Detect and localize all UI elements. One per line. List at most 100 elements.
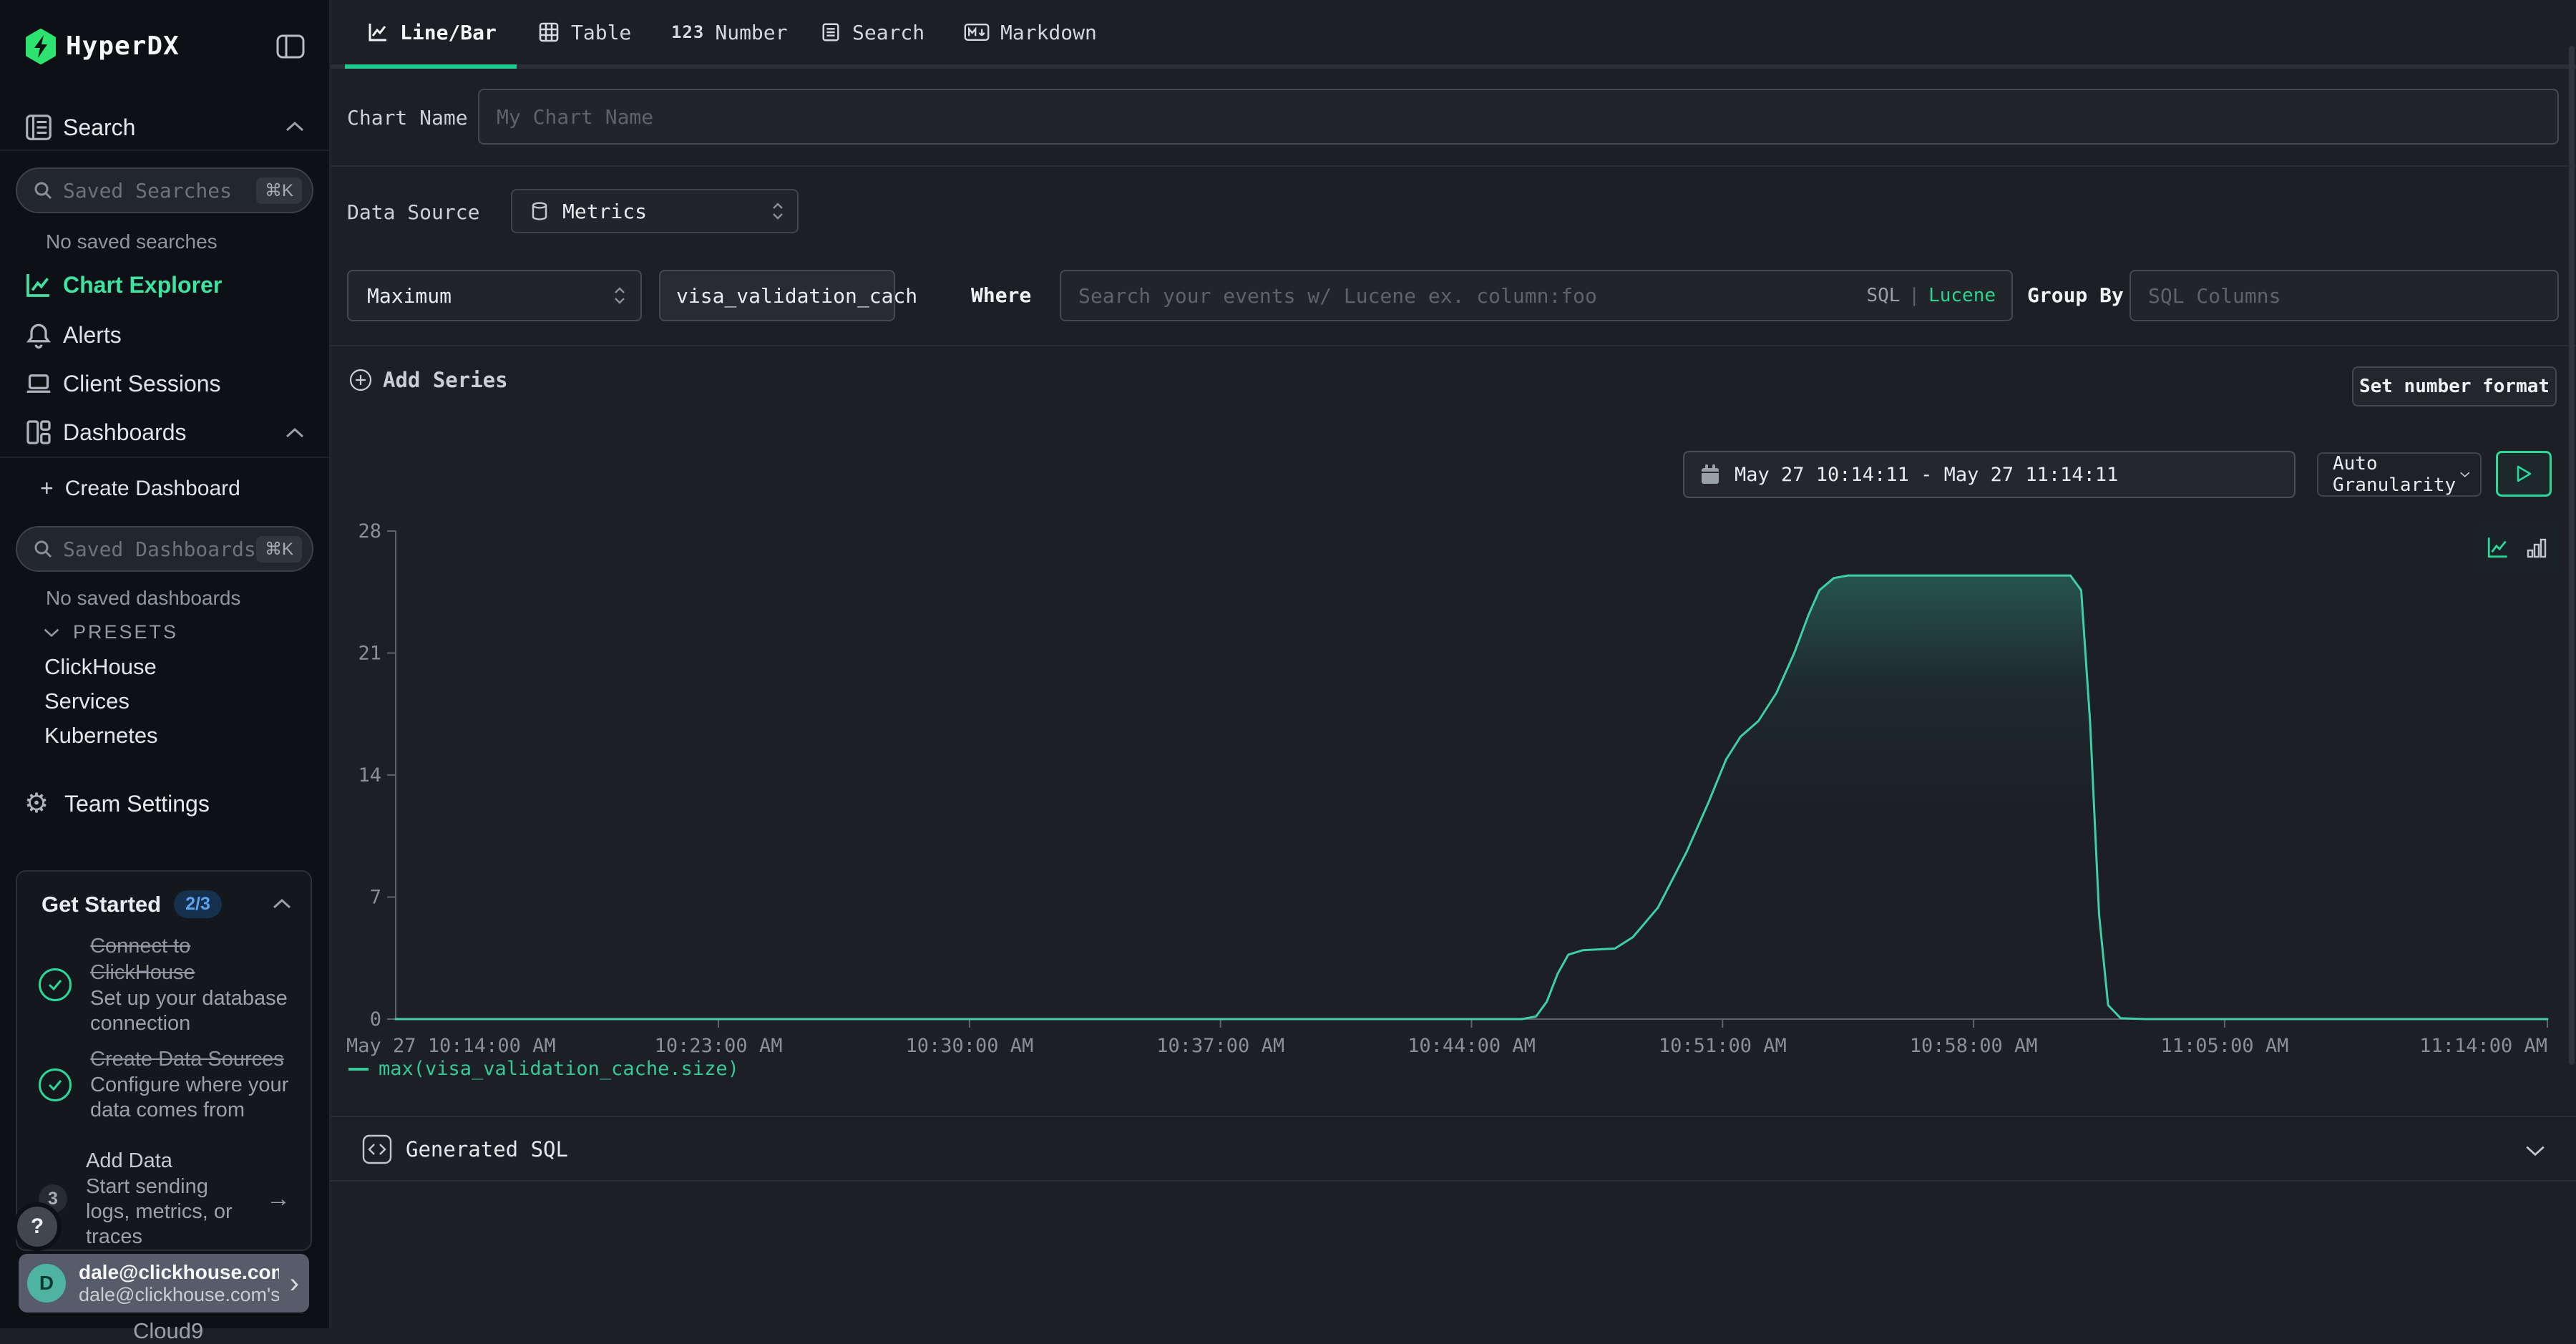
plus-circle-icon — [348, 368, 373, 392]
sidebar-item-dashboards[interactable]: Dashboards — [0, 414, 329, 451]
sidebar-item-label: Alerts — [63, 322, 122, 349]
sidebar-section-search[interactable]: Search — [63, 115, 135, 141]
granularity-select[interactable]: Auto Granularity — [2317, 452, 2482, 497]
get-started-step-2[interactable]: Create Data Sources Configure where your… — [39, 1046, 291, 1123]
sidebar-item-alerts[interactable]: Alerts — [0, 316, 329, 354]
tab-label: Table — [571, 21, 631, 44]
tab-label: Number — [715, 21, 787, 44]
data-source-value: Metrics — [562, 200, 647, 223]
sidebar-item-label: Client Sessions — [63, 371, 221, 397]
arrow-right-icon: → — [266, 1185, 291, 1213]
database-icon — [530, 201, 550, 221]
chart-name-label: Chart Name — [347, 106, 468, 130]
date-range-value: May 27 10:14:11 - May 27 11:14:11 — [1735, 464, 2118, 486]
lucene-toggle[interactable]: Lucene — [1928, 285, 1996, 306]
saved-dashboards-input[interactable]: Saved Dashboards ⌘K — [16, 526, 313, 572]
help-button[interactable]: ? — [17, 1207, 57, 1247]
app-root: { "app": {"accent": "#2ee08f"}, "sidebar… — [0, 0, 2576, 1328]
dashboards-icon — [24, 418, 53, 447]
tab-line-bar[interactable]: Line/Bar — [345, 0, 518, 64]
chart-svg: 07142128May 27 10:14:00 AM10:23:00 AM10:… — [331, 521, 2576, 1072]
get-started-header[interactable]: Get Started 2/3 — [42, 890, 222, 918]
sql-toggle[interactable]: SQL — [1866, 285, 1900, 306]
number-123-icon: 123 — [671, 22, 704, 42]
create-dashboard-button[interactable]: + Create Dashboard — [40, 475, 240, 502]
user-email: dale@clickhouse.com — [79, 1261, 279, 1283]
user-menu[interactable]: D dale@clickhouse.com dale@clickhouse.co… — [19, 1254, 309, 1313]
chevron-down-icon — [2459, 469, 2471, 479]
generated-sql-toggle[interactable]: Generated SQL — [361, 1134, 568, 1165]
data-source-select[interactable]: Metrics — [511, 189, 799, 233]
sidebar-collapse-icon[interactable] — [276, 34, 305, 59]
tab-label: Line/Bar — [400, 21, 497, 44]
sidebar-item-team-settings[interactable]: ⚙ Team Settings — [24, 790, 210, 817]
tab-number[interactable]: 123 Number — [650, 0, 809, 64]
tab-markdown[interactable]: Markdown — [942, 0, 1118, 64]
preset-services[interactable]: Services — [44, 688, 130, 714]
sidebar-divider — [0, 150, 329, 151]
aggregation-select[interactable]: Maximum — [347, 270, 642, 321]
divider — [331, 345, 2576, 346]
sidebar-divider — [0, 457, 329, 458]
tab-search[interactable]: Search — [799, 0, 946, 64]
run-query-button[interactable] — [2496, 451, 2552, 497]
saved-searches-input[interactable]: Saved Searches ⌘K — [16, 167, 313, 213]
table-icon — [537, 21, 560, 44]
chart-name-input[interactable] — [478, 89, 2559, 145]
sidebar-item-label: Chart Explorer — [63, 272, 222, 298]
get-started-progress-badge: 2/3 — [174, 890, 222, 918]
chevron-right-icon: › — [290, 1267, 299, 1300]
get-started-chevron-up-icon[interactable] — [272, 897, 292, 910]
svg-text:0: 0 — [370, 1008, 381, 1031]
search-icon — [33, 539, 53, 559]
metric-tag[interactable]: visa_validation_cach — [659, 270, 895, 321]
presets-chevron-down-icon — [43, 627, 60, 638]
where-label: Where — [971, 283, 1031, 307]
step-subtitle: Set up your database connection — [90, 987, 288, 1035]
chart-legend[interactable]: max(visa_validation_cache.size) — [348, 1058, 739, 1080]
step-subtitle: Configure where your data comes from — [90, 1073, 288, 1121]
presets-toggle[interactable]: PRESETS — [43, 621, 178, 643]
team-name-overflow-text: Cloud9 — [133, 1318, 203, 1344]
get-started-card: Get Started 2/3 Connect to ClickHouse Se… — [16, 870, 312, 1251]
svg-text:7: 7 — [370, 887, 381, 909]
group-by-input[interactable] — [2129, 270, 2559, 321]
tabbar-border — [331, 64, 2576, 69]
preset-clickhouse[interactable]: ClickHouse — [44, 654, 157, 680]
where-input[interactable] — [1061, 284, 1858, 308]
line-chart-icon — [366, 21, 389, 44]
chevrons-up-down-icon — [613, 286, 626, 306]
check-circle-icon — [39, 968, 72, 1001]
svg-text:14: 14 — [358, 764, 381, 787]
step-subtitle: Start sending logs, metrics, or traces — [86, 1175, 233, 1248]
add-series-label: Add Series — [383, 368, 508, 392]
preset-kubernetes[interactable]: Kubernetes — [44, 723, 158, 749]
tab-table[interactable]: Table — [516, 0, 653, 64]
search-section-chevron-up-icon[interactable] — [285, 120, 305, 133]
tab-label: Markdown — [1000, 21, 1097, 44]
check-circle-icon — [39, 1068, 72, 1101]
generated-sql-chevron-down-icon[interactable] — [2524, 1144, 2546, 1158]
sidebar-item-chart-explorer[interactable]: Chart Explorer — [0, 266, 329, 303]
get-started-step-1[interactable]: Connect to ClickHouse Set up your databa… — [39, 933, 291, 1036]
set-number-format-button[interactable]: Set number format — [2352, 366, 2557, 406]
calendar-icon — [1700, 464, 1720, 485]
toggle-separator: | — [1908, 285, 1920, 306]
scrollbar[interactable] — [2569, 46, 2575, 1065]
add-series-button[interactable]: Add Series — [348, 368, 508, 392]
avatar: D — [27, 1264, 66, 1302]
sidebar-item-client-sessions[interactable]: Client Sessions — [0, 365, 329, 402]
date-range-picker[interactable]: May 27 10:14:11 - May 27 11:14:11 — [1683, 451, 2296, 498]
no-saved-searches-text: No saved searches — [46, 230, 218, 253]
aggregation-value: Maximum — [367, 284, 452, 308]
create-dashboard-label: Create Dashboard — [65, 477, 240, 501]
no-saved-dashboards-text: No saved dashboards — [46, 587, 240, 610]
legend-series-label: max(visa_validation_cache.size) — [379, 1058, 739, 1080]
svg-text:10:44:00 AM: 10:44:00 AM — [1407, 1035, 1536, 1057]
svg-text:10:58:00 AM: 10:58:00 AM — [1910, 1035, 2038, 1057]
get-started-step-3[interactable]: 3 Add Data Start sending logs, metrics, … — [39, 1148, 291, 1250]
query-language-toggle: SQL | Lucene — [1866, 285, 1996, 306]
presets-label: PRESETS — [73, 621, 178, 643]
saved-dashboards-shortcut: ⌘K — [256, 536, 302, 563]
sidebar-item-label: Dashboards — [63, 419, 187, 446]
